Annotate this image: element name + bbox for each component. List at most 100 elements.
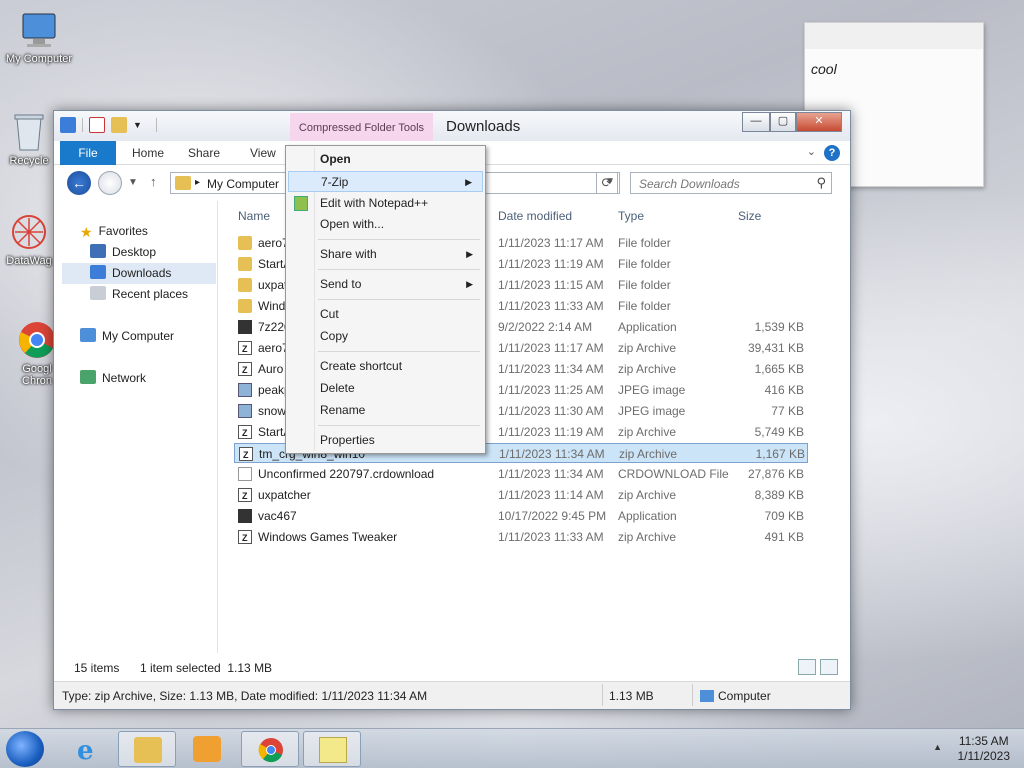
menu-item-rename[interactable]: Rename — [288, 400, 483, 421]
taskbar-ie[interactable]: e — [58, 731, 116, 767]
ribbon-expand-icon[interactable]: ⌄ — [807, 145, 816, 158]
taskbar-sticky-notes[interactable] — [303, 731, 361, 767]
file-type: zip Archive — [618, 530, 677, 544]
nav-favorites[interactable]: ★ Favorites — [80, 221, 148, 242]
menu-item-cut[interactable]: Cut — [288, 304, 483, 325]
desktop-icon-my-computer[interactable]: My Computer — [0, 10, 78, 65]
column-header-date[interactable]: Date modified — [498, 209, 572, 223]
sticky-note-header[interactable] — [805, 23, 983, 49]
file-date: 1/11/2023 11:33 AM — [498, 299, 604, 313]
folder-icon — [175, 176, 191, 190]
help-icon[interactable]: ? — [824, 145, 840, 161]
tab-share[interactable]: Share — [174, 141, 234, 165]
sticky-note-text[interactable]: cool — [805, 49, 983, 89]
menu-item-7zip[interactable]: 7-Zip ▶ — [288, 171, 483, 192]
file-name: Unconfirmed 220797.crdownload — [258, 467, 435, 481]
menu-item-properties[interactable]: Properties — [288, 430, 483, 451]
file-row[interactable]: uxpatcher 1/11/2023 11:14 AM zip Archive 8,… — [234, 485, 808, 506]
folder-down-icon[interactable] — [60, 117, 76, 133]
start-button[interactable] — [6, 731, 44, 767]
submenu-arrow-icon: ▶ — [465, 177, 472, 187]
file-type: Application — [618, 509, 677, 523]
menu-label: Properties — [320, 433, 375, 447]
menu-item-create-shortcut[interactable]: Create shortcut — [288, 356, 483, 377]
file-size: 27,876 KB — [747, 467, 804, 481]
file-row[interactable]: vac467 10/17/2022 9:45 PM Application 709 K… — [234, 506, 808, 526]
file-date: 1/11/2023 11:17 AM — [498, 236, 604, 250]
show-hidden-icons-icon[interactable]: ▲ — [933, 742, 942, 752]
large-icons-view-icon[interactable] — [820, 659, 838, 675]
file-row[interactable]: Unconfirmed 220797.crdownload 1/11/2023 1… — [234, 464, 808, 484]
search-icon[interactable]: ⚲ — [816, 175, 826, 191]
tab-file[interactable]: File — [60, 141, 116, 165]
title-bar[interactable]: ▼ Compressed Folder Tools Downloads — ▢ … — [54, 111, 850, 141]
tab-view[interactable]: View — [236, 141, 290, 165]
zip-file-icon — [238, 360, 252, 380]
file-name: vac467 — [258, 509, 297, 523]
refresh-button[interactable]: ⟳ — [596, 172, 618, 194]
computer-icon — [700, 690, 714, 702]
column-header-size[interactable]: Size — [738, 209, 761, 223]
nav-downloads[interactable]: Downloads — [62, 263, 216, 284]
file-type: zip Archive — [619, 447, 678, 461]
menu-item-open[interactable]: Open — [288, 149, 483, 170]
folder-file-icon — [238, 278, 252, 292]
computer-icon — [19, 10, 59, 50]
forward-button[interactable] — [98, 171, 122, 195]
desktop-icon — [90, 244, 106, 258]
menu-item-delete[interactable]: Delete — [288, 378, 483, 399]
column-header-type[interactable]: Type — [618, 209, 644, 223]
column-header-name[interactable]: Name — [238, 209, 270, 223]
search-input[interactable]: Search Downloads ⚲ — [630, 172, 832, 194]
tab-home[interactable]: Home — [118, 141, 178, 165]
details-view-icon[interactable] — [798, 659, 816, 675]
close-button[interactable]: ✕ — [796, 112, 842, 132]
back-button[interactable]: ← — [67, 171, 91, 195]
nav-desktop[interactable]: Desktop — [90, 242, 156, 263]
breadcrumb-separator-icon[interactable]: ▸ — [195, 177, 200, 188]
file-size: 39,431 KB — [747, 341, 804, 355]
zip-file-icon — [238, 423, 252, 443]
file-type: File folder — [618, 299, 671, 313]
app-file-icon — [238, 320, 252, 334]
file-type: File folder — [618, 236, 671, 250]
zip-file-icon — [238, 339, 252, 359]
nav-network[interactable]: Network — [80, 368, 146, 389]
nav-my-computer[interactable]: My Computer — [80, 326, 174, 347]
file-size: 5,749 KB — [754, 425, 804, 439]
computer-icon — [80, 328, 96, 342]
file-date: 9/2/2022 2:14 AM — [498, 320, 593, 334]
system-clock[interactable]: 11:35 AM 1/11/2023 — [958, 734, 1011, 764]
menu-label: Rename — [320, 403, 366, 417]
recent-locations-icon[interactable]: ▼ — [128, 177, 138, 188]
taskbar-media-player[interactable] — [178, 731, 236, 767]
taskbar-file-explorer[interactable] — [118, 731, 176, 767]
recent-places-icon — [90, 286, 106, 300]
file-date: 1/11/2023 11:33 AM — [498, 530, 604, 544]
nav-favorites-label: Favorites — [98, 224, 148, 238]
menu-label: 7-Zip — [321, 175, 349, 189]
menu-item-edit-notepadpp[interactable]: Edit with Notepad++ — [288, 193, 483, 214]
folder-file-icon — [238, 299, 252, 313]
up-arrow-icon[interactable]: ↑ — [150, 174, 157, 189]
chevron-down-icon[interactable]: ▼ — [133, 120, 142, 130]
new-folder-icon[interactable] — [111, 117, 127, 133]
menu-item-copy[interactable]: Copy — [288, 326, 483, 347]
clock-time: 11:35 AM — [958, 734, 1009, 748]
compressed-folder-tools-header[interactable]: Compressed Folder Tools — [290, 113, 433, 141]
maximize-button[interactable]: ▢ — [770, 112, 796, 132]
taskbar-chrome[interactable] — [241, 731, 299, 767]
file-date: 1/11/2023 11:30 AM — [498, 404, 604, 418]
menu-label: Open with... — [320, 217, 385, 231]
file-size: 491 KB — [764, 530, 804, 544]
breadcrumb[interactable]: My Computer — [207, 177, 279, 191]
menu-item-share-with[interactable]: Share with ▶ — [288, 244, 483, 265]
context-menu: Open 7-Zip ▶ Edit with Notepad++ Open wit… — [285, 145, 486, 454]
minimize-button[interactable]: — — [742, 112, 770, 132]
menu-item-send-to[interactable]: Send to ▶ — [288, 274, 483, 295]
nav-recent-places[interactable]: Recent places — [90, 284, 188, 305]
nav-desktop-label: Desktop — [112, 245, 157, 259]
properties-icon[interactable] — [89, 117, 105, 133]
file-row[interactable]: Windows Games Tweaker 1/11/2023 11:33 AM z… — [234, 527, 808, 548]
menu-item-open-with[interactable]: Open with... — [288, 214, 483, 235]
